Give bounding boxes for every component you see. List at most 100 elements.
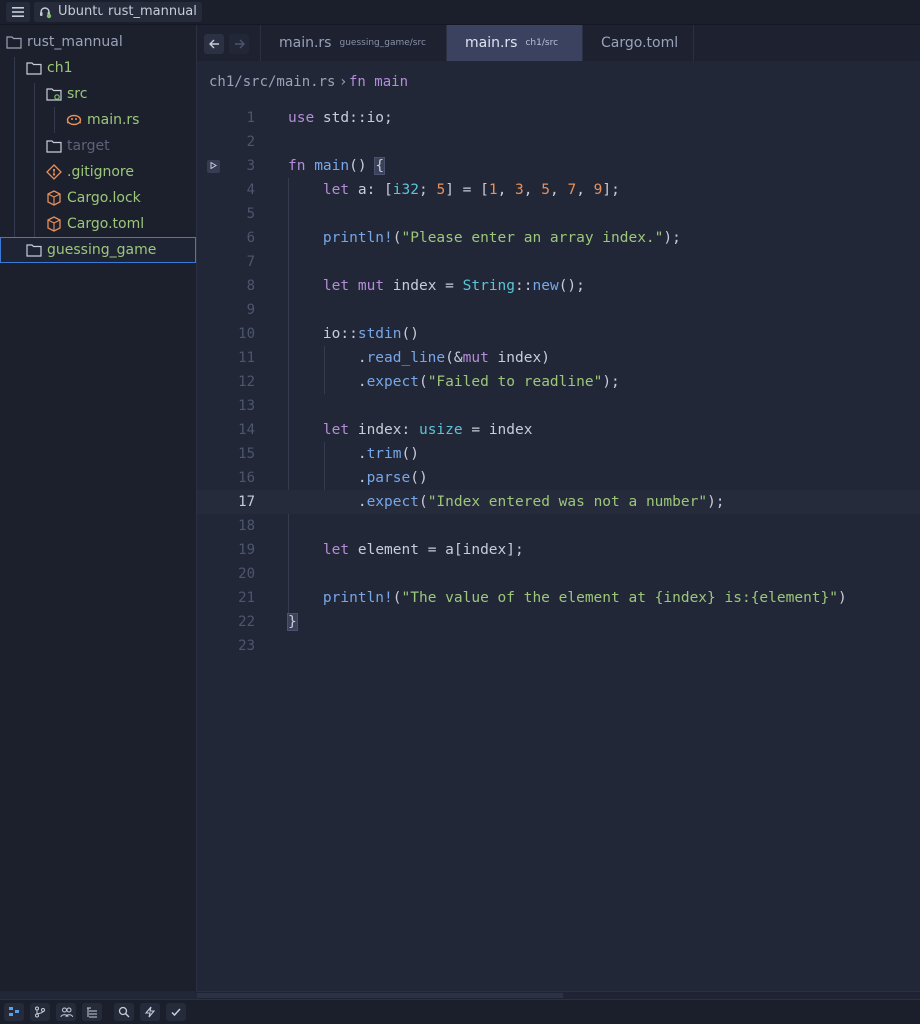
git-file-icon (46, 164, 62, 180)
line-number: 16 (238, 470, 255, 486)
breadcrumb-symbol[interactable]: fn main (349, 74, 408, 90)
line-number: 3 (246, 158, 255, 174)
search-icon (118, 1006, 130, 1018)
line-number: 11 (238, 350, 255, 366)
tab-main-rs-guessing-game[interactable]: main.rs guessing_game/src (260, 25, 447, 61)
code-line: 13 (197, 394, 920, 418)
code-text: println!("Please enter an array index.")… (322, 230, 681, 246)
code-text: .parse() (357, 470, 428, 486)
code-line: 16 .parse() (197, 466, 920, 490)
list-tree-icon (87, 1007, 97, 1018)
line-number: 2 (246, 134, 255, 150)
code-line: 4 let a: [i32; 5] = [1, 3, 5, 7, 9]; (197, 178, 920, 202)
code-line: 20 (197, 562, 920, 586)
code-line: 15 .trim() (197, 442, 920, 466)
main-menu-button[interactable] (6, 2, 30, 22)
project-panel: rust_mannual ch1 src main.rs target .git… (0, 25, 197, 991)
line-number: 1 (246, 110, 255, 126)
line-number: 15 (238, 446, 255, 462)
line-number: 12 (238, 374, 255, 390)
project-tree-icon (9, 1007, 19, 1016)
tree-item-label: main.rs (87, 112, 140, 128)
code-line: 10 io::stdin() (197, 322, 920, 346)
tab-bar: main.rs guessing_game/src main.rs ch1/sr… (197, 25, 920, 62)
tab-label: main.rs (279, 35, 332, 51)
folder-open-icon (6, 34, 22, 50)
line-number: 6 (246, 230, 255, 246)
line-number: 18 (238, 518, 255, 534)
code-text: .trim() (357, 446, 419, 462)
tab-main-rs-ch1[interactable]: main.rs ch1/src (447, 25, 583, 61)
line-number: 7 (246, 254, 255, 270)
tree-item-label: Cargo.lock (67, 190, 141, 206)
breadcrumb-separator: › (339, 74, 348, 90)
git-panel-button[interactable] (30, 1003, 50, 1021)
line-number: 4 (246, 182, 255, 198)
tree-item-label: Cargo.toml (67, 216, 145, 232)
arrow-left-icon (208, 39, 219, 49)
tree-item-ch1[interactable]: ch1 (0, 55, 222, 81)
line-number: 13 (238, 398, 255, 414)
code-line-current: 17 .expect("Index entered was not a numb… (197, 490, 920, 514)
code-text: io::stdin() (322, 326, 419, 342)
scrollbar-thumb[interactable] (197, 993, 563, 998)
cargo-package-icon (46, 216, 62, 232)
code-line: 7 (197, 250, 920, 274)
line-number: 19 (238, 542, 255, 558)
cargo-package-icon (46, 190, 62, 206)
line-number: 20 (238, 566, 255, 582)
code-text: let mut index = String::new(); (322, 278, 585, 294)
users-icon (60, 1007, 73, 1018)
breadcrumb-path[interactable]: ch1/src/main.rs (209, 74, 335, 90)
collab-panel-button[interactable] (56, 1003, 76, 1021)
code-line: 1 use std::io; (197, 106, 920, 130)
code-line: 14 let index: usize = index (197, 418, 920, 442)
diagnostics-button[interactable] (166, 1003, 186, 1021)
tree-item-label: guessing_game (47, 242, 157, 258)
code-line: 2 (197, 130, 920, 154)
rust-file-icon (66, 112, 82, 128)
remote-host-button[interactable]: Ubuntu (34, 2, 112, 22)
git-branch-icon (35, 1006, 45, 1018)
code-line: 5 (197, 202, 920, 226)
tab-cargo-toml[interactable]: Cargo.toml (583, 25, 694, 61)
project-label: rust_mannual (108, 4, 197, 19)
project-button[interactable]: rust_mannual (103, 2, 202, 22)
code-text: .expect("Index entered was not a number"… (357, 494, 725, 510)
title-bar: Ubuntu rust_mannual (0, 0, 920, 25)
nav-forward-button[interactable] (229, 34, 249, 54)
tree-root-folder[interactable]: rust_mannual (0, 29, 202, 55)
code-line: 3 fn main() { (197, 154, 920, 178)
folder-closed-icon (46, 138, 62, 154)
tab-label: Cargo.toml (601, 35, 679, 51)
line-number: 17 (238, 494, 255, 510)
code-line: 11 .read_line(&mut index) (197, 346, 920, 370)
tab-label: main.rs (465, 35, 518, 51)
tree-item-label: rust_mannual (27, 34, 123, 50)
sparkle-icon (144, 1006, 156, 1018)
code-editor[interactable]: 1 use std::io; 2 3 fn main() { 4 let a: … (197, 106, 920, 991)
folder-closed-icon (26, 242, 42, 258)
search-button[interactable] (114, 1003, 134, 1021)
code-line: 8 let mut index = String::new(); (197, 274, 920, 298)
code-text: use std::io; (288, 110, 393, 126)
code-text: } (287, 613, 298, 631)
assistant-button[interactable] (140, 1003, 160, 1021)
code-text: let element = a[index]; (322, 542, 524, 558)
remote-connection-icon (40, 7, 52, 19)
check-icon (171, 1008, 181, 1017)
tab-path: ch1/src (525, 38, 559, 48)
arrow-right-icon (234, 39, 245, 49)
nav-back-button[interactable] (204, 34, 224, 54)
code-line: 6 println!("Please enter an array index.… (197, 226, 920, 250)
code-line: 21 println!("The value of the element at… (197, 586, 920, 610)
code-line: 22 } (197, 610, 920, 634)
code-text: .expect("Failed to readline"); (357, 374, 620, 390)
outline-panel-button[interactable] (82, 1003, 102, 1021)
code-line: 12 .expect("Failed to readline"); (197, 370, 920, 394)
line-number: 22 (238, 614, 255, 630)
line-number: 23 (238, 638, 255, 654)
tree-item-guessing-game[interactable]: guessing_game (0, 237, 196, 263)
tree-item-label: .gitignore (67, 164, 134, 180)
project-panel-button[interactable] (4, 1003, 24, 1021)
